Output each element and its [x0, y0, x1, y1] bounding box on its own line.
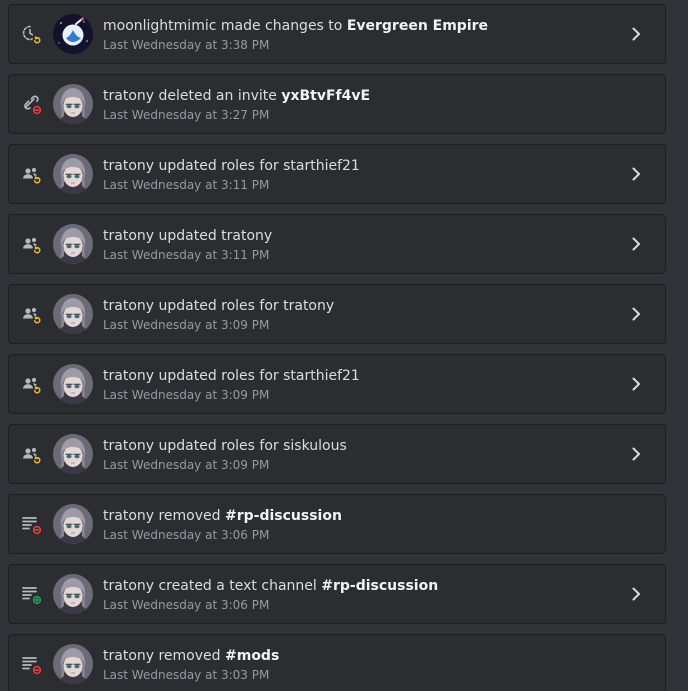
entry-summary: tratony created a text channel #rp-discu…: [103, 577, 438, 595]
tratony-avatar: [53, 434, 93, 474]
entry-text: tratony created a text channel: [103, 578, 322, 594]
entry-timestamp: Last Wednesday at 3:09 PM: [103, 318, 270, 332]
channel-create-icon: [20, 583, 44, 607]
tratony-avatar: [53, 154, 93, 194]
chevron-right-icon[interactable]: [626, 234, 646, 254]
entry-text: tratony updated tratony: [103, 228, 273, 244]
entry-text: moonlightmimic made changes to: [103, 18, 347, 34]
chevron-right-icon[interactable]: [626, 304, 646, 324]
member-update-icon: [20, 233, 44, 257]
entry-text: tratony removed: [103, 648, 225, 664]
entry-timestamp: Last Wednesday at 3:11 PM: [103, 248, 270, 262]
entry-timestamp: Last Wednesday at 3:11 PM: [103, 178, 270, 192]
entry-summary: tratony removed #mods: [103, 647, 279, 665]
member-role-update-icon: [20, 303, 44, 327]
audit-log-entry[interactable]: tratony updated roles for tratony Last W…: [8, 284, 666, 344]
chevron-right-icon[interactable]: [626, 164, 646, 184]
tratony-avatar: [53, 644, 93, 684]
entry-text: tratony updated roles for starthief21: [103, 158, 360, 174]
entry-summary: tratony removed #rp-discussion: [103, 507, 342, 525]
channel-delete-icon: [20, 513, 44, 537]
tratony-avatar: [53, 224, 93, 264]
chevron-right-icon[interactable]: [626, 374, 646, 394]
member-role-update-icon: [20, 443, 44, 467]
audit-log-entry[interactable]: tratony updated roles for starthief21 La…: [8, 354, 666, 414]
audit-log-entry[interactable]: tratony updated roles for siskulous Last…: [8, 424, 666, 484]
entry-text: tratony updated roles for siskulous: [103, 438, 347, 454]
entry-text: tratony updated roles for tratony: [103, 298, 335, 314]
tratony-avatar: [53, 84, 93, 124]
entry-timestamp: Last Wednesday at 3:09 PM: [103, 388, 270, 402]
member-role-update-icon: [20, 373, 44, 397]
entry-timestamp: Last Wednesday at 3:06 PM: [103, 528, 270, 542]
entry-target: #rp-discussion: [321, 578, 439, 594]
tratony-avatar: [53, 294, 93, 334]
entry-text: tratony updated roles for starthief21: [103, 368, 360, 384]
entry-summary: tratony updated roles for starthief21: [103, 367, 360, 385]
audit-log-entry[interactable]: tratony created a text channel #rp-discu…: [8, 564, 666, 624]
entry-summary: tratony updated tratony: [103, 227, 272, 245]
tratony-avatar: [53, 574, 93, 614]
entry-target: yxBtvFf4vE: [281, 88, 371, 104]
entry-timestamp: Last Wednesday at 3:06 PM: [103, 598, 270, 612]
audit-log-entry[interactable]: tratony updated tratony Last Wednesday a…: [8, 214, 666, 274]
audit-log-entry[interactable]: tratony removed #mods Last Wednesday at …: [8, 634, 666, 691]
audit-log-entry[interactable]: tratony updated roles for starthief21 La…: [8, 144, 666, 204]
audit-log-entry[interactable]: tratony deleted an invite yxBtvFf4vE Las…: [8, 74, 666, 134]
entry-timestamp: Last Wednesday at 3:03 PM: [103, 668, 270, 682]
chevron-right-icon[interactable]: [626, 24, 646, 44]
chevron-right-icon[interactable]: [626, 444, 646, 464]
entry-summary: tratony updated roles for siskulous: [103, 437, 347, 455]
channel-delete-icon: [20, 653, 44, 677]
entry-timestamp: Last Wednesday at 3:38 PM: [103, 38, 270, 52]
entry-timestamp: Last Wednesday at 3:27 PM: [103, 108, 270, 122]
entry-summary: tratony updated roles for starthief21: [103, 157, 360, 175]
member-role-update-icon: [20, 163, 44, 187]
moonlightmimic-avatar: [53, 14, 93, 54]
entry-timestamp: Last Wednesday at 3:09 PM: [103, 458, 270, 472]
entry-target: #rp-discussion: [225, 508, 342, 524]
entry-summary: tratony updated roles for tratony: [103, 297, 334, 315]
audit-log-entry[interactable]: moonlightmimic made changes to Evergreen…: [8, 4, 666, 64]
tratony-avatar: [53, 364, 93, 404]
entry-text: tratony deleted an invite: [103, 88, 282, 104]
chevron-right-icon[interactable]: [626, 584, 646, 604]
audit-log-list: moonlightmimic made changes to Evergreen…: [0, 0, 688, 691]
entry-summary: tratony deleted an invite yxBtvFf4vE: [103, 87, 370, 105]
entry-text: tratony removed: [103, 508, 225, 524]
entry-summary: moonlightmimic made changes to Evergreen…: [103, 17, 488, 35]
invite-delete-icon: [20, 93, 44, 117]
server-update-icon: [20, 23, 44, 47]
tratony-avatar: [53, 504, 93, 544]
entry-target: Evergreen Empire: [346, 18, 489, 34]
audit-log-entry[interactable]: tratony removed #rp-discussion Last Wedn…: [8, 494, 666, 554]
entry-target: #mods: [225, 648, 280, 664]
